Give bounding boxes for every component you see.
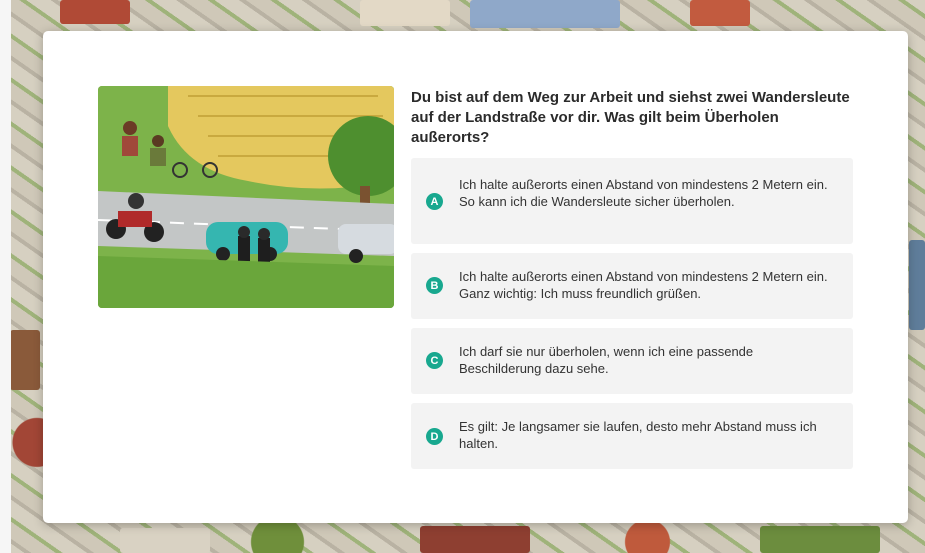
background-house — [690, 0, 750, 26]
background-house — [470, 0, 620, 28]
answer-option-c[interactable]: C Ich darf sie nur überholen, wenn ich e… — [411, 328, 853, 394]
background-house — [909, 240, 925, 330]
answer-c-text: Ich darf sie nur überholen, wenn ich ein… — [459, 344, 754, 376]
answer-c-badge: C — [426, 352, 443, 369]
background-house — [760, 526, 880, 553]
answer-b-badge: B — [426, 277, 443, 294]
answer-a-badge: A — [426, 193, 443, 210]
answer-option-a[interactable]: A Ich halte außerorts einen Abstand von … — [411, 158, 853, 244]
question-text: Du bist auf dem Weg zur Arbeit und siehs… — [411, 89, 850, 146]
answer-option-b[interactable]: B Ich halte außerorts einen Abstand von … — [411, 253, 853, 319]
answer-d-badge: D — [426, 428, 443, 445]
background-house — [420, 526, 530, 553]
quiz-card: Du bist auf dem Weg zur Arbeit und siehs… — [43, 31, 908, 523]
answer-b-text: Ich halte außerorts einen Abstand von mi… — [459, 269, 828, 301]
answer-a-text: Ich halte außerorts einen Abstand von mi… — [459, 177, 828, 209]
answer-d-text: Es gilt: Je langsamer sie laufen, desto … — [459, 419, 817, 451]
background-house — [60, 0, 130, 24]
answer-option-d[interactable]: D Es gilt: Je langsamer sie laufen, dest… — [411, 403, 853, 469]
question-illustration — [98, 86, 394, 308]
left-edge-strip — [0, 0, 11, 553]
background-house — [360, 0, 450, 26]
road-scene-illustration — [98, 86, 394, 308]
background-house — [120, 528, 210, 553]
background-house — [10, 330, 40, 390]
